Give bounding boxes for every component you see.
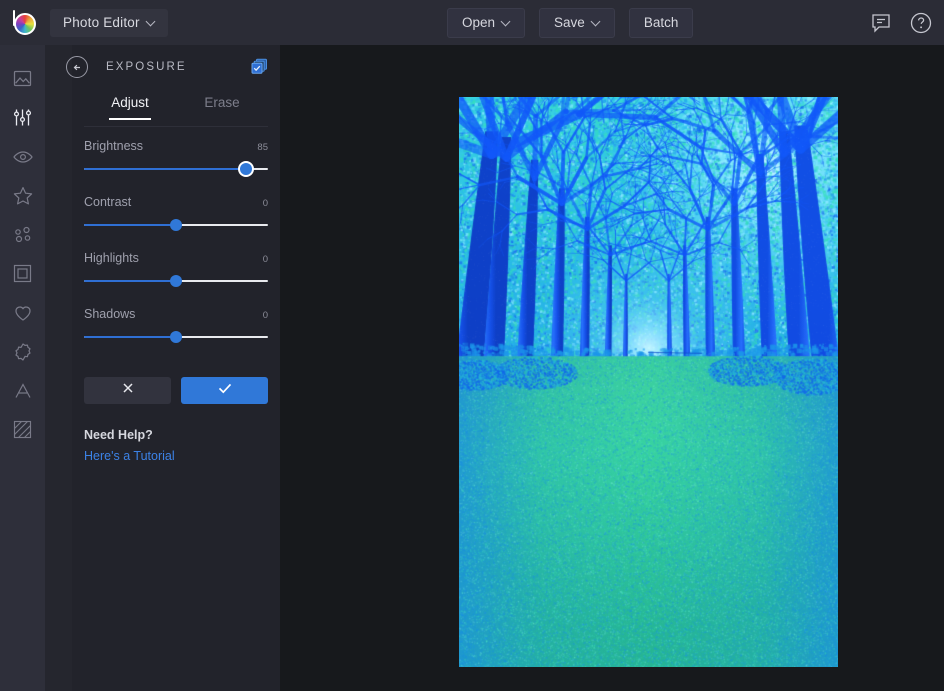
feedback-icon[interactable] [868, 10, 894, 36]
photo-editor-app: Photo Editor Open Save Batch EXPOSURE Ad… [0, 0, 944, 691]
topbar-utility-icons [868, 0, 934, 45]
tutorial-link[interactable]: Here's a Tutorial [84, 449, 268, 463]
help-icon[interactable] [908, 10, 934, 36]
batch-button[interactable]: Batch [628, 7, 694, 38]
dots-icon [12, 224, 34, 246]
sidebar-item-photo[interactable] [0, 59, 45, 98]
chevron-down-icon [592, 18, 600, 26]
save-button[interactable]: Save [539, 7, 615, 38]
panel-left-strip [45, 45, 72, 691]
apply-button[interactable] [181, 377, 268, 404]
page-title: EXPOSURE [106, 61, 187, 73]
open-button[interactable]: Open [447, 7, 526, 38]
app-title-dropdown[interactable]: Photo Editor [50, 8, 168, 37]
slider-track[interactable] [84, 163, 268, 175]
app-title-label: Photo Editor [63, 14, 140, 30]
help-title: Need Help? [84, 428, 153, 442]
slider-value: 0 [262, 310, 268, 321]
batch-button-label: Batch [643, 14, 679, 30]
sidebar-item-overlays[interactable] [0, 293, 45, 332]
sidebar-item-frames[interactable] [0, 254, 45, 293]
chevron-down-icon [502, 18, 510, 26]
eye-icon [12, 146, 34, 168]
sidebar-item-graphics[interactable] [0, 410, 45, 449]
slider-track[interactable] [84, 219, 268, 231]
sliders-icon [12, 107, 33, 128]
sidebar-item-effects[interactable] [0, 176, 45, 215]
chevron-down-icon [147, 18, 155, 26]
slider-value: 0 [262, 254, 268, 265]
compare-layers-icon[interactable] [251, 58, 268, 75]
tab-adjust[interactable]: Adjust [84, 89, 176, 120]
slider-label: Contrast [84, 195, 132, 209]
panel-actions [72, 363, 280, 404]
slider-track[interactable] [84, 275, 268, 287]
slider-list: Brightness 85 Contrast 0 Highlights 0 Sh… [72, 127, 280, 343]
panel-header: EXPOSURE [66, 45, 280, 89]
slider-value: 85 [257, 142, 268, 153]
slider-label: Brightness [84, 139, 144, 153]
close-x-icon [121, 381, 135, 400]
slider-value: 0 [262, 198, 268, 209]
slider-track[interactable] [84, 331, 268, 343]
text-a-icon [12, 380, 34, 402]
slider-track-fill [84, 168, 246, 170]
slider-handle[interactable] [170, 219, 182, 231]
sidebar-item-textures[interactable] [0, 332, 45, 371]
heart-icon [12, 302, 34, 324]
image-icon [12, 68, 33, 89]
slider-highlights: Highlights 0 [84, 251, 268, 287]
slider-track-fill [84, 280, 176, 282]
slider-handle[interactable] [239, 163, 252, 175]
left-sidebar [0, 45, 45, 691]
sidebar-item-touchup[interactable] [0, 137, 45, 176]
sidebar-item-text[interactable] [0, 371, 45, 410]
slider-track-fill [84, 224, 176, 226]
back-arrow-icon[interactable] [66, 56, 88, 78]
badge-icon [12, 341, 34, 363]
slider-handle[interactable] [170, 275, 182, 287]
frame-icon [12, 263, 33, 284]
slider-contrast: Contrast 0 [84, 195, 268, 231]
exposure-panel: EXPOSURE Adjust Erase Brightness 85 Cont… [66, 45, 280, 691]
star-icon [12, 185, 34, 207]
photo-image [459, 97, 838, 667]
slider-label: Shadows [84, 307, 136, 321]
checkmark-icon [217, 381, 233, 400]
save-button-label: Save [554, 14, 585, 30]
cancel-button[interactable] [84, 377, 171, 404]
help-section: Need Help? Here's a Tutorial [72, 404, 280, 463]
photo-preview[interactable] [459, 97, 838, 667]
slider-brightness: Brightness 85 [84, 139, 268, 175]
slider-handle[interactable] [170, 331, 182, 343]
befunky-logo-icon[interactable] [0, 0, 45, 45]
top-toolbar: Photo Editor Open Save Batch [0, 0, 944, 45]
slider-shadows: Shadows 0 [84, 307, 268, 343]
stripes-icon [12, 419, 33, 440]
topbar-actions: Open Save Batch [447, 0, 694, 45]
sidebar-item-artsy[interactable] [0, 215, 45, 254]
sidebar-item-edit[interactable] [0, 98, 45, 137]
tab-erase[interactable]: Erase [176, 89, 268, 120]
panel-tabs: Adjust Erase [84, 89, 268, 127]
open-button-label: Open [462, 14, 496, 30]
slider-label: Highlights [84, 251, 139, 265]
slider-track-fill [84, 336, 176, 338]
canvas-area[interactable] [280, 45, 944, 691]
